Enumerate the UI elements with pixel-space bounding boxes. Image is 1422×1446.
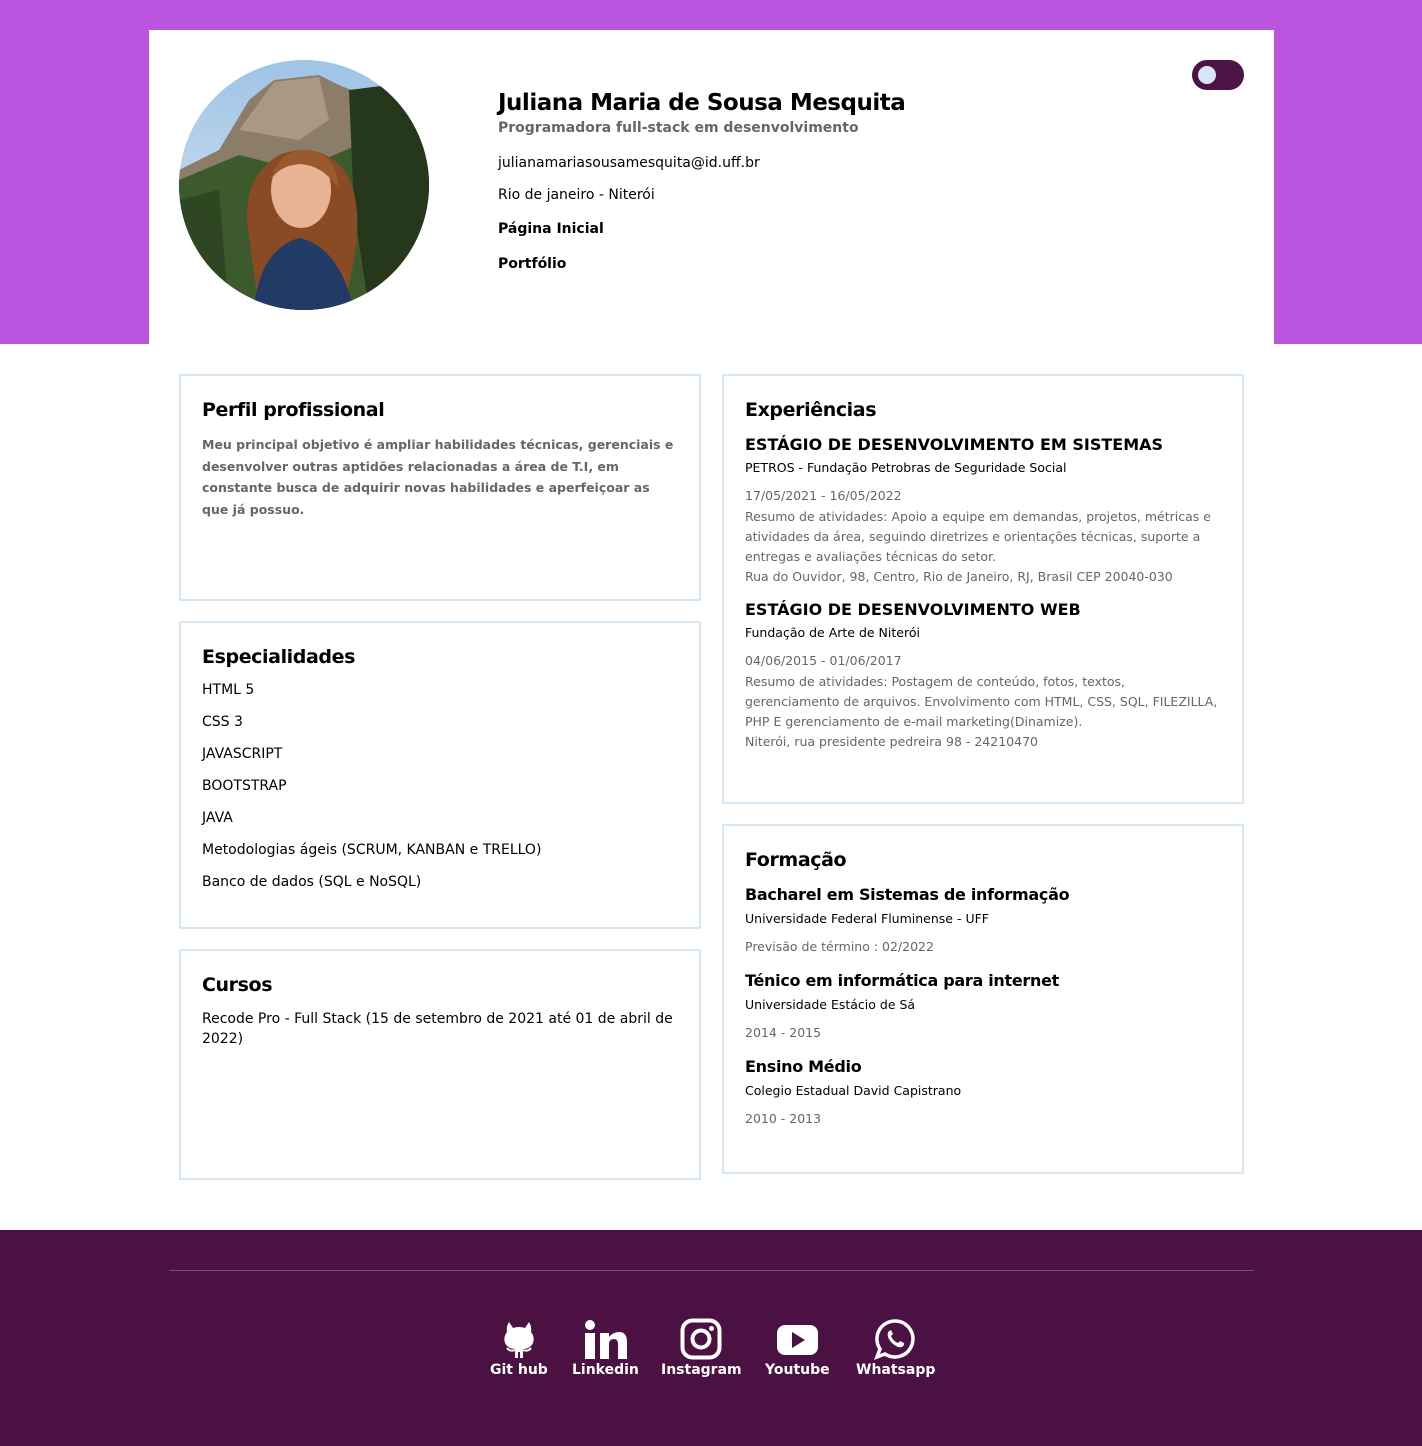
instagram-link[interactable]: Instagram [661, 1318, 742, 1378]
perfil-title: Perfil profissional [202, 399, 385, 421]
whatsapp-link[interactable]: Whatsapp [856, 1318, 935, 1378]
social-label: Youtube [765, 1362, 830, 1378]
experience-item: ESTÁGIO DE DESENVOLVIMENTO WEB Fundação … [745, 599, 1221, 752]
github-link[interactable]: Git hub [490, 1318, 548, 1378]
profile-email: julianamariasousamesquita@id.uff.br [498, 155, 760, 171]
skill-item: Banco de dados (SQL e NoSQL) [202, 874, 422, 890]
job-address: Rua do Ouvidor, 98, Centro, Rio de Janei… [745, 569, 1173, 584]
instagram-icon [663, 1318, 740, 1360]
linkedin-icon [575, 1318, 635, 1360]
education-org: Universidade Estácio de Sá [745, 997, 916, 1012]
job-address: Niterói, rua presidente pedreira 98 - 24… [745, 734, 1038, 749]
formacao-title: Formação [745, 849, 847, 871]
whatsapp-icon [858, 1318, 934, 1360]
social-label: Instagram [661, 1362, 742, 1378]
footer: Git hub Linkedin Instagram Youtube Whats… [0, 1230, 1422, 1446]
profile-photo [179, 60, 429, 310]
formacao-section: Formação Bacharel em Sistemas de informa… [722, 824, 1244, 1174]
toggle-knob [1198, 66, 1216, 84]
experiencias-section: Experiências ESTÁGIO DE DESENVOLVIMENTO … [722, 374, 1244, 804]
youtube-link[interactable]: Youtube [765, 1318, 830, 1378]
job-date: 04/06/2015 - 01/06/2017 [745, 653, 902, 668]
skill-item: Metodologias ágeis (SCRUM, KANBAN e TREL… [202, 842, 542, 858]
github-icon [499, 1318, 539, 1360]
social-label: Whatsapp [856, 1362, 936, 1378]
skill-item: HTML 5 [202, 682, 255, 698]
perfil-section: Perfil profissional Meu principal objeti… [179, 374, 701, 601]
experiencias-title: Experiências [745, 399, 877, 421]
education-date: 2010 - 2013 [745, 1111, 822, 1126]
skill-item: JAVASCRIPT [202, 746, 283, 762]
profile-role: Programadora full-stack em desenvolvimen… [498, 120, 859, 136]
cursos-section: Cursos Recode Pro - Full Stack (15 de se… [179, 949, 701, 1180]
education-org: Colegio Estadual David Capistrano [745, 1083, 962, 1098]
footer-divider [169, 1270, 1254, 1271]
job-title: ESTÁGIO DE DESENVOLVIMENTO WEB [745, 600, 1081, 619]
education-title: Ténico em informática para internet [745, 971, 1059, 990]
youtube-icon [766, 1318, 829, 1360]
profile-location: Rio de janeiro - Niterói [498, 187, 655, 203]
education-date: 2014 - 2015 [745, 1025, 822, 1040]
skill-item: JAVA [202, 810, 233, 826]
job-org: PETROS - Fundação Petrobras de Seguridad… [745, 460, 1067, 475]
cursos-title: Cursos [202, 974, 273, 996]
home-page-link[interactable]: Página Inicial [498, 220, 1098, 238]
experience-item: ESTÁGIO DE DESENVOLVIMENTO EM SISTEMAS P… [745, 434, 1221, 587]
skill-item: CSS 3 [202, 714, 243, 730]
education-item: Ténico em informática para internet Univ… [745, 970, 1221, 1042]
job-date: 17/05/2021 - 16/05/2022 [745, 488, 902, 503]
skill-item: BOOTSTRAP [202, 778, 287, 794]
education-title: Ensino Médio [745, 1057, 862, 1076]
education-org: Universidade Federal Fluminense - UFF [745, 911, 989, 926]
job-desc: Resumo de atividades: Apoio a equipe em … [745, 509, 1211, 564]
portfolio-link[interactable]: Portfólio [498, 255, 1098, 273]
education-item: Ensino Médio Colegio Estadual David Capi… [745, 1056, 1221, 1128]
job-title: ESTÁGIO DE DESENVOLVIMENTO EM SISTEMAS [745, 435, 1164, 454]
social-label: Git hub [490, 1362, 548, 1378]
linkedin-link[interactable]: Linkedin [572, 1318, 639, 1378]
job-desc: Resumo de atividades: Postagem de conteú… [745, 674, 1218, 729]
especialidades-title: Especialidades [202, 646, 356, 668]
course-item: Recode Pro - Full Stack (15 de setembro … [202, 1011, 673, 1047]
perfil-text: Meu principal objetivo é ampliar habilid… [202, 437, 674, 517]
social-label: Linkedin [572, 1362, 639, 1378]
header-card: Juliana Maria de Sousa Mesquita Programa… [149, 30, 1274, 344]
education-date: Previsão de término : 02/2022 [745, 939, 934, 954]
profile-name: Juliana Maria de Sousa Mesquita [498, 90, 906, 116]
theme-toggle[interactable] [1192, 60, 1244, 90]
education-item: Bacharel em Sistemas de informação Unive… [745, 884, 1221, 956]
education-title: Bacharel em Sistemas de informação [745, 885, 1070, 904]
job-org: Fundação de Arte de Niterói [745, 625, 920, 640]
especialidades-section: Especialidades HTML 5 CSS 3 JAVASCRIPT B… [179, 621, 701, 929]
